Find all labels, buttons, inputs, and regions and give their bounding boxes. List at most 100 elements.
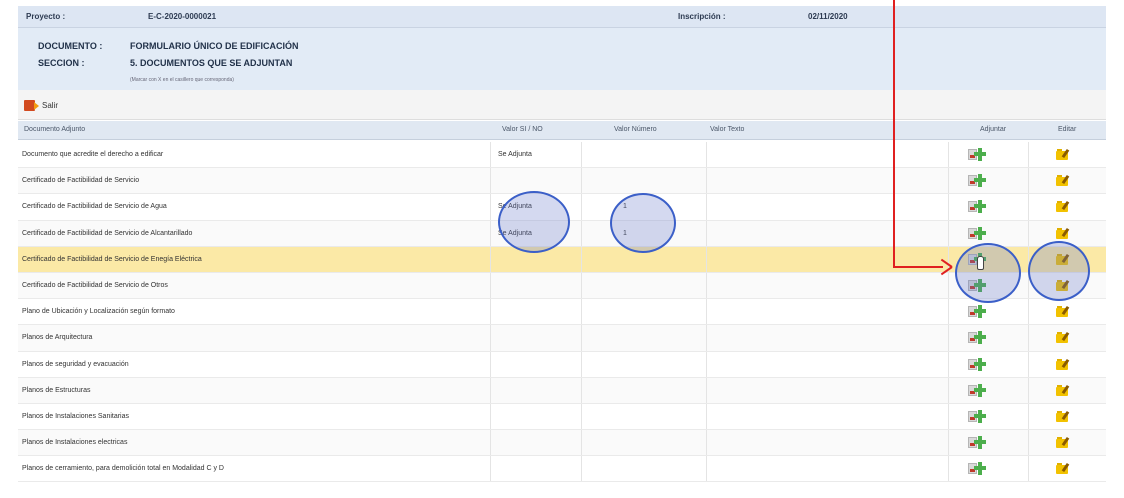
column-divider — [1028, 220, 1029, 246]
edit-folder-icon[interactable] — [1056, 175, 1070, 187]
add-attachment-icon[interactable] — [968, 199, 986, 215]
document-name: Planos de Estructuras — [22, 386, 91, 394]
column-divider — [1028, 377, 1029, 403]
column-divider — [948, 142, 949, 168]
hand-cursor-icon — [975, 256, 985, 270]
column-divider — [706, 299, 707, 325]
edit-folder-icon[interactable] — [1056, 463, 1070, 475]
document-name: Planos de Arquitectura — [22, 334, 93, 342]
plus-icon — [974, 152, 986, 156]
column-divider — [948, 325, 949, 351]
table-row[interactable]: Plano de Ubicación y Localización según … — [18, 299, 1106, 326]
add-attachment-icon[interactable] — [968, 461, 986, 477]
column-divider — [706, 168, 707, 194]
column-divider — [490, 142, 491, 168]
column-divider — [490, 351, 491, 377]
plus-icon — [974, 335, 986, 340]
table-row[interactable]: Planos de cerramiento, para demolición t… — [18, 456, 1106, 483]
column-divider — [948, 430, 949, 456]
add-attachment-icon[interactable] — [968, 435, 986, 451]
column-divider — [948, 403, 949, 430]
column-divider — [490, 430, 491, 456]
edit-folder-icon[interactable] — [1056, 332, 1070, 344]
plus-icon — [974, 178, 986, 183]
document-info: DOCUMENTO : FORMULARIO ÚNICO DE EDIFICAC… — [18, 28, 1106, 90]
yes-no-value: Se Adjunta — [498, 151, 532, 158]
add-attachment-icon[interactable] — [968, 147, 986, 163]
column-divider — [1028, 299, 1029, 325]
column-divider — [706, 194, 707, 220]
add-attachment-icon[interactable] — [968, 226, 986, 242]
add-attachment-icon[interactable] — [968, 409, 986, 425]
column-divider — [581, 430, 582, 456]
annotation-circle-yesno — [498, 191, 570, 253]
column-divider — [490, 403, 491, 430]
add-attachment-icon[interactable] — [968, 330, 986, 346]
column-divider — [948, 351, 949, 377]
document-name: Documento que acredite el derecho a edif… — [22, 151, 164, 158]
document-name: Planos de Instalaciones Sanitarias — [22, 412, 130, 420]
column-divider — [581, 246, 582, 272]
column-divider — [1028, 403, 1029, 430]
document-name: Certificado de Factibilidad de Servicio — [22, 177, 140, 185]
column-divider — [581, 168, 582, 194]
column-divider — [706, 325, 707, 351]
column-divider — [706, 456, 707, 482]
table-row[interactable]: Planos de Estructuras — [18, 377, 1106, 404]
col-text: Valor Texto — [710, 126, 745, 133]
document-name: Certificado de Factibilidad de Servicio … — [22, 255, 202, 263]
registration-value: 02/11/2020 — [808, 12, 848, 21]
plus-icon — [974, 387, 986, 392]
column-divider — [948, 194, 949, 220]
column-divider — [490, 194, 491, 220]
table-row[interactable]: Documento que acredite el derecho a edif… — [18, 142, 1106, 169]
document-label: DOCUMENTO : — [38, 41, 103, 51]
plus-icon — [974, 204, 986, 209]
edit-folder-icon[interactable] — [1056, 384, 1070, 396]
project-label: Proyecto : — [26, 12, 66, 21]
edit-folder-icon[interactable] — [1056, 148, 1070, 160]
column-divider — [948, 377, 949, 403]
annotation-circle-attach — [955, 243, 1021, 303]
column-divider — [581, 142, 582, 168]
document-table: Documento que acredite el derecho a edif… — [18, 142, 1106, 483]
table-row[interactable]: Planos de seguridad y evacuación — [18, 351, 1106, 378]
add-attachment-icon[interactable] — [968, 304, 986, 320]
edit-folder-icon[interactable] — [1056, 227, 1070, 239]
column-divider — [948, 168, 949, 194]
table-header: Documento Adjunto Valor SI / NO Valor Nú… — [18, 121, 1106, 140]
add-attachment-icon[interactable] — [968, 383, 986, 399]
project-value: E-C-2020-0000021 — [148, 12, 217, 21]
column-divider — [490, 220, 491, 246]
edit-folder-icon[interactable] — [1056, 437, 1070, 449]
exit-icon — [24, 99, 39, 111]
exit-button[interactable]: Salir — [24, 98, 58, 112]
add-attachment-icon[interactable] — [968, 357, 986, 373]
edit-folder-icon[interactable] — [1056, 306, 1070, 318]
table-row[interactable]: Planos de Instalaciones electricas — [18, 430, 1106, 457]
table-row[interactable]: Planos de Instalaciones Sanitarias — [18, 403, 1106, 431]
edit-folder-icon[interactable] — [1056, 201, 1070, 213]
add-attachment-icon[interactable] — [968, 173, 986, 189]
table-row[interactable]: Planos de Arquitectura — [18, 325, 1106, 352]
column-divider — [581, 272, 582, 299]
column-divider — [1028, 142, 1029, 168]
document-name: Certificado de Factibilidad de Servicio … — [22, 281, 168, 289]
column-divider — [706, 403, 707, 430]
column-divider — [490, 168, 491, 194]
column-divider — [1028, 430, 1029, 456]
col-edit: Editar — [1058, 126, 1077, 133]
column-divider — [1028, 351, 1029, 377]
table-row[interactable]: Certificado de Factibilidad de Servicio — [18, 168, 1106, 195]
table-row[interactable]: Certificado de Factibilidad de Servicio … — [18, 272, 1106, 300]
column-divider — [490, 325, 491, 351]
edit-folder-icon[interactable] — [1056, 358, 1070, 370]
column-divider — [948, 220, 949, 246]
column-divider — [581, 351, 582, 377]
column-divider — [706, 430, 707, 456]
column-divider — [490, 377, 491, 403]
edit-folder-icon[interactable] — [1056, 410, 1070, 422]
column-divider — [490, 456, 491, 482]
section-label: SECCION : — [38, 58, 85, 68]
project-bar: Proyecto : E-C-2020-0000021 Inscripción … — [18, 6, 1106, 28]
